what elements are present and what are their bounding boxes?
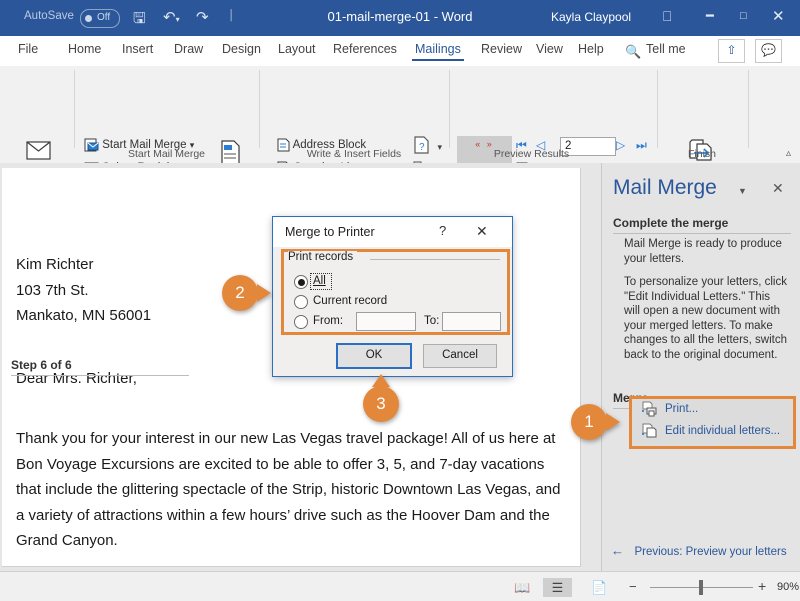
radio-current-record-label: Current record xyxy=(313,295,387,307)
previous-step-label: Previous: Preview your letters xyxy=(634,546,786,558)
body-paragraph-1: Thank you for your interest in our new L… xyxy=(16,426,572,554)
tell-me-box[interactable]: Tell me xyxy=(646,42,686,56)
radio-from[interactable] xyxy=(294,315,308,329)
tab-references[interactable]: References xyxy=(333,42,397,56)
tab-insert[interactable]: Insert xyxy=(122,42,153,56)
tab-draw[interactable]: Draw xyxy=(174,42,203,56)
merge-link-print[interactable]: Print... xyxy=(665,403,698,415)
callout-badge-3: 3 xyxy=(363,386,399,422)
zoom-slider-thumb[interactable] xyxy=(699,580,703,595)
mail-merge-task-pane: Mail Merge ▼ ✕ Complete the merge Mail M… xyxy=(601,163,800,571)
share-icon[interactable]: ⇧ xyxy=(718,39,745,63)
zoom-level-label: 90% xyxy=(777,581,799,593)
to-label: To: xyxy=(424,315,439,327)
title-bar: AutoSave Off 🖫 ↶▾ ↷ ⏐ 01-mail-merge-01 -… xyxy=(0,0,800,36)
group-label-write-insert-fields: Write & Insert Fields xyxy=(259,148,449,160)
read-mode-icon[interactable]: 📖 xyxy=(508,578,537,597)
ribbon-display-options-icon[interactable]: ⎕ xyxy=(663,8,671,25)
from-input[interactable] xyxy=(356,312,416,331)
last-record-button[interactable]: ⏭ xyxy=(636,138,647,153)
zoom-in-button[interactable]: + xyxy=(758,578,766,594)
cancel-button[interactable]: Cancel xyxy=(423,344,497,368)
task-pane-title: Mail Merge xyxy=(613,176,717,200)
task-pane-step-label: Step 6 of 6 xyxy=(11,358,189,376)
tab-home[interactable]: Home xyxy=(68,42,101,56)
merge-to-printer-dialog: Merge to Printer ? ✕ Print records All C… xyxy=(272,216,513,377)
task-pane-body-1: Mail Merge is ready to produce your lett… xyxy=(624,237,784,266)
print-records-legend: Print records xyxy=(288,251,357,263)
collapse-ribbon-icon[interactable]: ▵ xyxy=(786,148,791,159)
ok-button[interactable]: OK xyxy=(336,343,412,369)
window-title: 01-mail-merge-01 - Word xyxy=(0,9,800,24)
tab-help[interactable]: Help xyxy=(578,42,604,56)
tab-view[interactable]: View xyxy=(536,42,563,56)
print-layout-icon[interactable]: ☰ xyxy=(543,578,572,597)
tab-mailings[interactable]: Mailings xyxy=(415,42,461,56)
to-input[interactable] xyxy=(442,312,501,331)
group-label-finish: Finish xyxy=(657,148,747,160)
body-paragraph-2: I’ve included a brochure outlining the d… xyxy=(16,560,572,567)
next-record-button[interactable]: ▷ xyxy=(616,138,625,152)
recipient-name: Kim Richter xyxy=(16,252,151,278)
preview-results-chevrons-icon: « » xyxy=(457,140,512,148)
restore-icon[interactable]: □ xyxy=(740,10,747,22)
task-pane-body-2: To personalize your letters, click "Edit… xyxy=(624,275,789,363)
task-pane-section-heading: Complete the merge xyxy=(613,216,791,234)
help-icon[interactable]: ? xyxy=(439,223,446,238)
account-name[interactable]: Kayla Claypool xyxy=(551,10,631,24)
tab-file[interactable]: File xyxy=(18,42,38,56)
task-pane-previous-step[interactable]: ← Previous: Preview your letters xyxy=(611,542,787,560)
arrow-left-icon: ← xyxy=(611,543,624,558)
dialog-close-icon[interactable]: ✕ xyxy=(476,223,488,240)
status-bar: 📖 ☰ 📄 − + 90% xyxy=(0,571,800,601)
recipient-street: 103 7th St. xyxy=(16,278,151,304)
minimize-icon[interactable]: ━ xyxy=(706,8,714,24)
task-pane-close-icon[interactable]: ✕ xyxy=(772,180,784,197)
print-records-groupbox: Print records All Current record From: T… xyxy=(281,249,510,335)
radio-all-label: All xyxy=(313,275,326,287)
dialog-title: Merge to Printer xyxy=(285,225,375,239)
close-icon[interactable]: ✕ xyxy=(772,7,785,25)
radio-current-record[interactable] xyxy=(294,295,308,309)
search-icon[interactable]: 🔍 xyxy=(625,44,641,60)
radio-all[interactable] xyxy=(294,275,308,289)
tab-layout[interactable]: Layout xyxy=(278,42,316,56)
merge-link-edit-individual-letters[interactable]: Edit individual letters... xyxy=(665,425,780,437)
web-layout-icon[interactable]: 📄 xyxy=(585,578,614,597)
recipient-address-block: Kim Richter 103 7th St. Mankato, MN 5600… xyxy=(16,252,151,329)
zoom-out-button[interactable]: − xyxy=(629,579,637,594)
group-label-preview-results: Preview Results xyxy=(449,148,614,160)
tab-design[interactable]: Design xyxy=(222,42,261,56)
chevron-down-icon[interactable]: ▼ xyxy=(738,186,747,196)
comments-icon[interactable]: 💬 xyxy=(755,39,782,63)
callout-badge-1: 1 xyxy=(571,404,607,440)
ribbon-body: Create ▾ Start Mail Merge ▾ Select Recip… xyxy=(0,66,800,164)
print-merge-icon xyxy=(641,401,658,417)
tab-review[interactable]: Review xyxy=(481,42,522,56)
ribbon-tab-bar: File Home Insert Draw Design Layout Refe… xyxy=(0,36,800,66)
edit-letters-icon xyxy=(641,423,658,439)
word-window: AutoSave Off 🖫 ↶▾ ↷ ⏐ 01-mail-merge-01 -… xyxy=(0,0,800,600)
recipient-city-state-zip: Mankato, MN 56001 xyxy=(16,303,151,329)
radio-from-label: From: xyxy=(313,315,343,327)
callout-badge-2: 2 xyxy=(222,275,258,311)
